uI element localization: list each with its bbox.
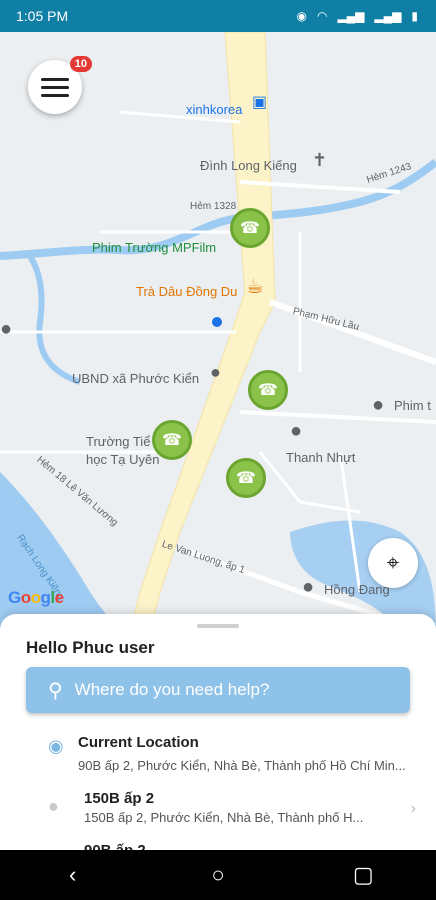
current-location-pin-icon: ◉ xyxy=(48,736,64,756)
map-canvas xyxy=(0,32,436,632)
map-label-ubnd[interactable]: UBND xã Phước Kiển xyxy=(72,371,199,386)
bottom-sheet[interactable]: Hello Phuc user ⚲ Where do you need help… xyxy=(0,614,436,850)
search-icon: ⚲ xyxy=(48,679,63,702)
status-bar: 1:05 PM ◉ ◠ ▂▄▆ ▂▄▆ ▮ xyxy=(0,0,436,32)
greeting-text: Hello Phuc user xyxy=(26,638,155,657)
location-pin-icon: ● xyxy=(48,796,59,816)
map-label-truong-2[interactable]: học Tạ Uyên xyxy=(86,452,159,467)
home-icon[interactable]: ○ xyxy=(198,862,238,888)
map-label-truong-1[interactable]: Trường Tiể xyxy=(86,434,150,449)
location-title: 90B ấp 2 xyxy=(84,842,146,850)
status-time: 1:05 PM xyxy=(16,8,69,24)
place-pin-icon-2[interactable]: ● xyxy=(372,394,384,417)
help-search-bar[interactable]: ⚲ Where do you need help? xyxy=(26,667,410,713)
signal-icon: ▂▄▆ xyxy=(337,9,365,23)
helper-pin-icon[interactable]: ☎ xyxy=(226,458,266,498)
helper-pin-icon[interactable]: ☎ xyxy=(248,370,288,410)
hamburger-icon xyxy=(41,73,69,102)
helper-pin-icon[interactable]: ☎ xyxy=(230,208,270,248)
back-icon[interactable]: ‹ xyxy=(53,862,93,888)
map-label-hem-1328: Hẻm 1328 xyxy=(190,201,237,212)
map-view[interactable]: xinhkorea Đình Long Kiếng Hẻm 1243 Hẻm 1… xyxy=(0,32,436,632)
location-icon: ◉ xyxy=(296,9,307,23)
search-placeholder: Where do you need help? xyxy=(74,680,270,699)
church-icon[interactable]: ✝ xyxy=(312,150,327,171)
system-nav-bar: ‹ ○ ▢ xyxy=(0,850,436,900)
school-icon[interactable]: ● xyxy=(290,420,302,443)
google-logo: Google xyxy=(8,588,64,607)
my-location-dot xyxy=(212,317,222,327)
chevron-right-icon: › xyxy=(410,800,416,817)
location-address: 150B ấp 2, Phước Kiển, Nhà Bè, Thành phố… xyxy=(84,810,364,825)
map-label-thanh-nhut[interactable]: Thanh Nhựt xyxy=(286,450,355,465)
location-title: Current Location xyxy=(78,734,199,751)
map-label-phim-truong[interactable]: Phim Trường MPFilm xyxy=(92,240,216,255)
wifi-icon: ◠ xyxy=(316,9,328,23)
sheet-drag-handle[interactable] xyxy=(197,624,239,628)
shopping-bag-icon[interactable]: ▣ xyxy=(252,92,267,112)
my-location-button[interactable]: ⌖ xyxy=(368,538,418,588)
cafe-icon[interactable]: ☕ xyxy=(246,274,264,299)
government-icon[interactable]: ● xyxy=(210,362,221,383)
map-label-tra-dau[interactable]: Trà Dâu Đồng Du xyxy=(136,284,237,299)
place-pin-icon[interactable]: ● xyxy=(0,318,12,341)
notification-badge: 10 xyxy=(69,56,92,72)
status-icons: ◉ ◠ ▂▄▆ ▂▄▆ ▮ xyxy=(296,9,418,23)
helper-pin-icon[interactable]: ☎ xyxy=(152,420,192,460)
place-pin-icon-3[interactable]: ● xyxy=(302,576,314,599)
signal-icon-2: ▂▄▆ xyxy=(374,9,402,23)
recents-icon[interactable]: ▢ xyxy=(343,862,383,888)
menu-button[interactable]: 10 xyxy=(28,56,92,114)
battery-icon: ▮ xyxy=(411,9,418,23)
crosshair-icon: ⌖ xyxy=(386,550,400,575)
map-label-xinhkorea[interactable]: xinhkorea xyxy=(186,102,242,117)
map-label-phim-t[interactable]: Phim t xyxy=(394,398,431,413)
location-address: 90B ấp 2, Phước Kiển, Nhà Bè, Thành phố … xyxy=(78,758,406,773)
location-title: 150B ấp 2 xyxy=(84,790,155,807)
map-label-dinh-long-kieng[interactable]: Đình Long Kiếng xyxy=(200,158,297,173)
